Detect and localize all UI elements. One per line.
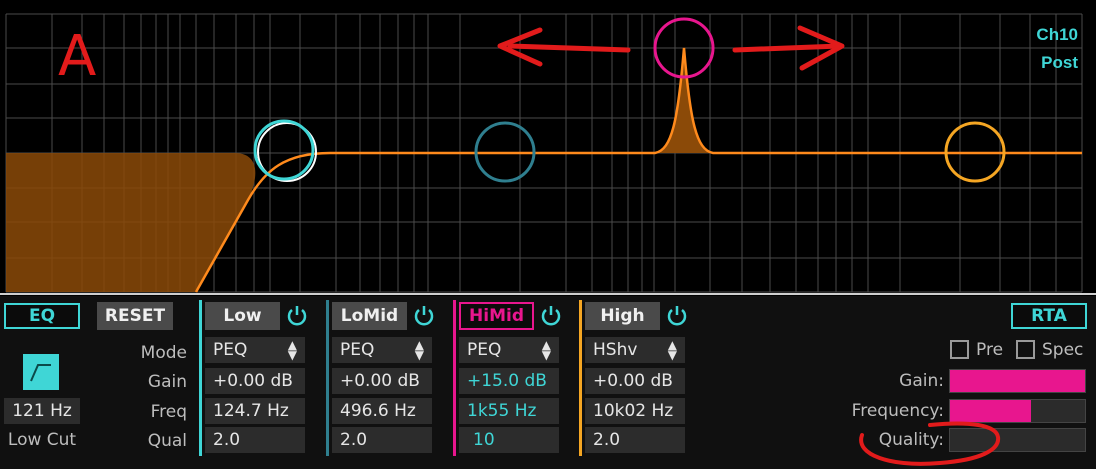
band-low-freq[interactable]: 124.7 Hz [205, 398, 305, 424]
band-high-power-icon[interactable] [665, 304, 689, 328]
rta-gain-meter-fill [950, 370, 1085, 392]
annotation-circle-icon [859, 421, 1001, 466]
band-high-qual[interactable]: 2.0 [585, 427, 685, 453]
tap-label: Post [1041, 53, 1078, 72]
band-himid-gain[interactable]: +15.0 dB [459, 368, 559, 394]
band-lomid-freq[interactable]: 496.6 Hz [332, 398, 432, 424]
band-himid-mode: PEQ [467, 340, 502, 360]
band-lomid-mode: PEQ [340, 340, 375, 360]
band-low-mode: PEQ [213, 340, 248, 360]
band-high-freq[interactable]: 10k02 Hz [585, 398, 685, 424]
band-high-mode-caret-icon: ▲ ▼ [667, 338, 677, 362]
band-high-button[interactable]: High [585, 302, 660, 330]
band-lomid-qual[interactable]: 2.0 [332, 427, 432, 453]
spec-checkbox[interactable] [1016, 340, 1035, 359]
annotation-letter: A [58, 24, 96, 89]
reset-button[interactable]: RESET [97, 302, 173, 330]
spec-label: Spec [1042, 340, 1084, 360]
band-himid-mode-select[interactable]: PEQ ▲ ▼ [459, 337, 559, 363]
band-lomid-color-bar [326, 300, 329, 456]
low-cut-toggle[interactable] [23, 354, 59, 390]
low-cut-icon [30, 364, 51, 382]
band-low-power-icon[interactable] [285, 304, 309, 328]
band-high-mode-select[interactable]: HShv ▲ ▼ [585, 337, 685, 363]
rta-button[interactable]: RTA [1011, 303, 1087, 329]
band-low-mode-select[interactable]: PEQ ▲ ▼ [205, 337, 305, 363]
band-high-color-bar [579, 300, 582, 456]
qual-label: Qual [147, 431, 187, 451]
pre-label: Pre [976, 340, 1004, 360]
band-low-color-bar [199, 300, 202, 456]
mode-label: Mode [140, 343, 187, 363]
band-lomid-gain[interactable]: +0.00 dB [332, 368, 432, 394]
band-himid-mode-caret-icon: ▲ ▼ [541, 338, 551, 362]
band-low-gain[interactable]: +0.00 dB [205, 368, 305, 394]
band-low-mode-caret-icon: ▲ ▼ [287, 338, 297, 362]
rta-gain-meter[interactable] [949, 369, 1086, 393]
band-high-mode: HShv [593, 340, 638, 360]
band-lomid-button[interactable]: LoMid [332, 302, 407, 330]
band-himid-color-bar [453, 300, 456, 456]
band-low-button[interactable]: Low [205, 302, 280, 330]
channel-label: Ch10 [1036, 25, 1078, 44]
band-low-qual[interactable]: 2.0 [205, 427, 305, 453]
band-himid-power-icon[interactable] [539, 304, 563, 328]
eq-graph[interactable]: Ch10 Post A [0, 0, 1096, 296]
rta-gain-label: Gain: [899, 371, 944, 391]
band-himid-qual[interactable]: 10 [459, 427, 559, 453]
pre-checkbox[interactable] [950, 340, 969, 359]
band-lomid-power-icon[interactable] [412, 304, 436, 328]
band-lomid-mode-select[interactable]: PEQ ▲ ▼ [332, 337, 432, 363]
freq-label: Freq [150, 402, 187, 422]
band-himid-button[interactable]: HiMid [459, 302, 534, 330]
low-cut-label: Low Cut [7, 430, 77, 450]
band-high-gain[interactable]: +0.00 dB [585, 368, 685, 394]
eq-button[interactable]: EQ [4, 303, 80, 329]
band-himid-freq[interactable]: 1k55 Hz [459, 398, 559, 424]
band-lomid-mode-caret-icon: ▲ ▼ [414, 338, 424, 362]
low-cut-freq[interactable]: 121 Hz [4, 398, 80, 424]
gain-label: Gain [147, 372, 187, 392]
